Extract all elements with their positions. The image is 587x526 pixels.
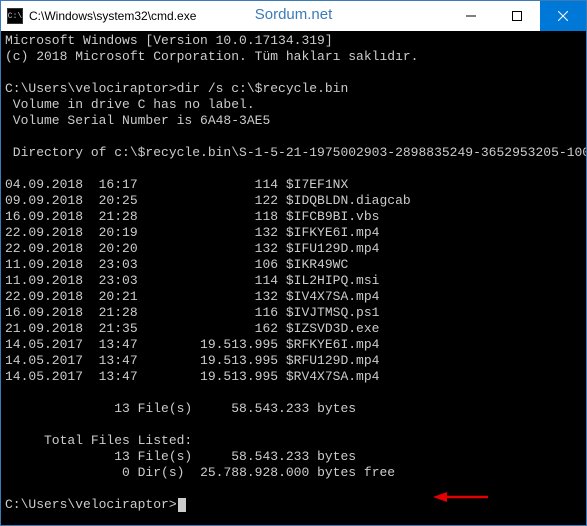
subtotal-bytes: 58.543.233 bytes (231, 401, 356, 416)
total-files: 13 File(s) (114, 449, 192, 464)
minimize-button[interactable] (448, 1, 494, 31)
window-controls (448, 1, 586, 31)
file-listing: 04.09.2018 16:17 114 $I7EF1NX 09.09.2018… (5, 177, 411, 384)
header-line2: (c) 2018 Microsoft Corporation. Tüm hakl… (5, 49, 418, 64)
command-1: dir /s c:\$recycle.bin (177, 81, 349, 96)
total-bytes: 58.543.233 (231, 449, 309, 464)
total-dirs: 0 Dir(s) (122, 465, 184, 480)
window-title: C:\Windows\system32\cmd.exe (29, 9, 448, 23)
volume-serial: Volume Serial Number is 6A48-3AE5 (5, 113, 270, 128)
directory-header: Directory of c:\$recycle.bin\S-1-5-21-19… (5, 145, 586, 160)
total-header: Total Files Listed: (5, 433, 192, 448)
watermark: Sordum.net (255, 6, 333, 23)
prompt-1: C:\Users\velociraptor> (5, 81, 177, 96)
cursor (178, 498, 186, 512)
titlebar[interactable]: C:\ C:\Windows\system32\cmd.exe Sordum.n… (1, 1, 586, 31)
cmd-window: C:\ C:\Windows\system32\cmd.exe Sordum.n… (0, 0, 587, 526)
total-bytes-label: bytes (317, 449, 356, 464)
close-button[interactable] (540, 1, 586, 31)
maximize-button[interactable] (494, 1, 540, 31)
header-line1: Microsoft Windows [Version 10.0.17134.31… (5, 33, 333, 48)
terminal-output[interactable]: Microsoft Windows [Version 10.0.17134.31… (1, 31, 586, 525)
total-free: 25.788.928.000 bytes free (200, 465, 395, 480)
prompt-2: C:\Users\velociraptor> (5, 497, 177, 512)
subtotal-files: 13 File(s) (114, 401, 192, 416)
cmd-icon: C:\ (7, 8, 23, 24)
volume-label: Volume in drive C has no label. (5, 97, 255, 112)
